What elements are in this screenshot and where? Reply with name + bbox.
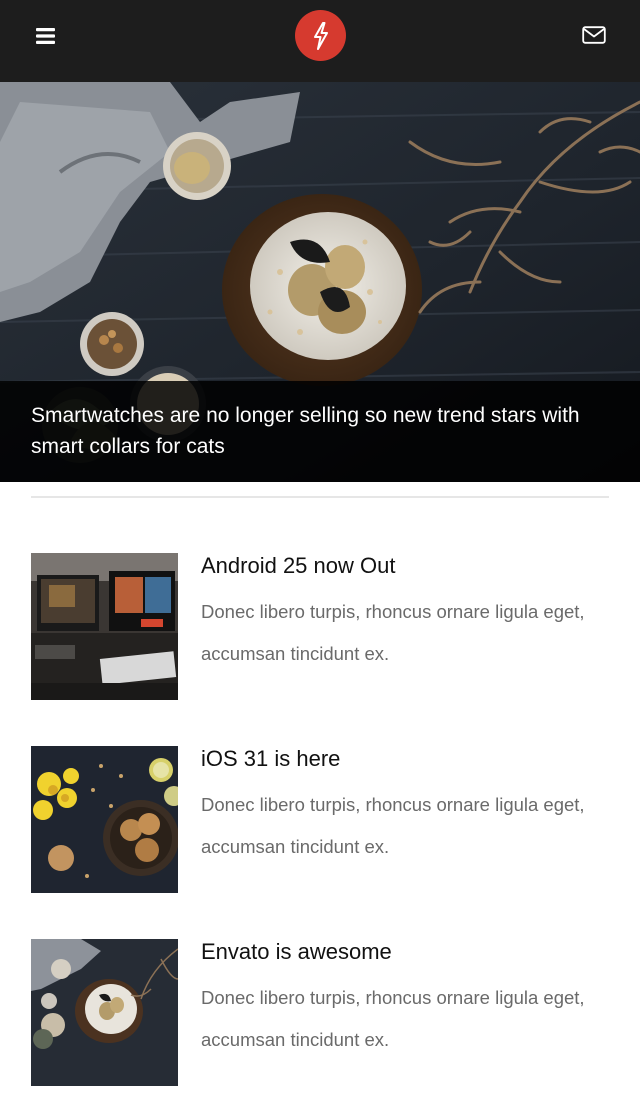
article-title[interactable]: iOS 31 is here [201, 746, 340, 772]
logo-button[interactable] [295, 10, 346, 61]
article-thumbnail [31, 939, 178, 1086]
article-description: Donec libero turpis, rhoncus ornare ligu… [201, 601, 585, 664]
article-thumbnail [31, 746, 178, 893]
article-item-envato[interactable]: Envato is awesome Donec libero turpis, r… [31, 939, 609, 1086]
article-item-ios[interactable]: iOS 31 is here Donec libero turpis, rhon… [31, 746, 609, 893]
article-title[interactable]: Envato is awesome [201, 939, 392, 965]
hamburger-menu-icon [36, 28, 55, 44]
article-description: Donec libero turpis, rhoncus ornare ligu… [201, 794, 585, 857]
lightning-bolt-icon [313, 21, 328, 50]
hero-title: Smartwatches are no longer selling so ne… [31, 404, 580, 458]
article-thumbnail [31, 553, 178, 700]
mail-button[interactable] [578, 20, 610, 50]
envelope-icon [582, 26, 606, 44]
top-app-bar [0, 0, 640, 82]
hero-article[interactable]: Smartwatches are no longer selling so ne… [0, 82, 640, 482]
divider [31, 496, 609, 498]
hero-caption: Smartwatches are no longer selling so ne… [0, 381, 640, 482]
article-title[interactable]: Android 25 now Out [201, 553, 395, 579]
menu-button[interactable] [30, 22, 62, 50]
article-description: Donec libero turpis, rhoncus ornare ligu… [201, 987, 585, 1050]
article-item-android[interactable]: Android 25 now Out Donec libero turpis, … [31, 553, 609, 700]
